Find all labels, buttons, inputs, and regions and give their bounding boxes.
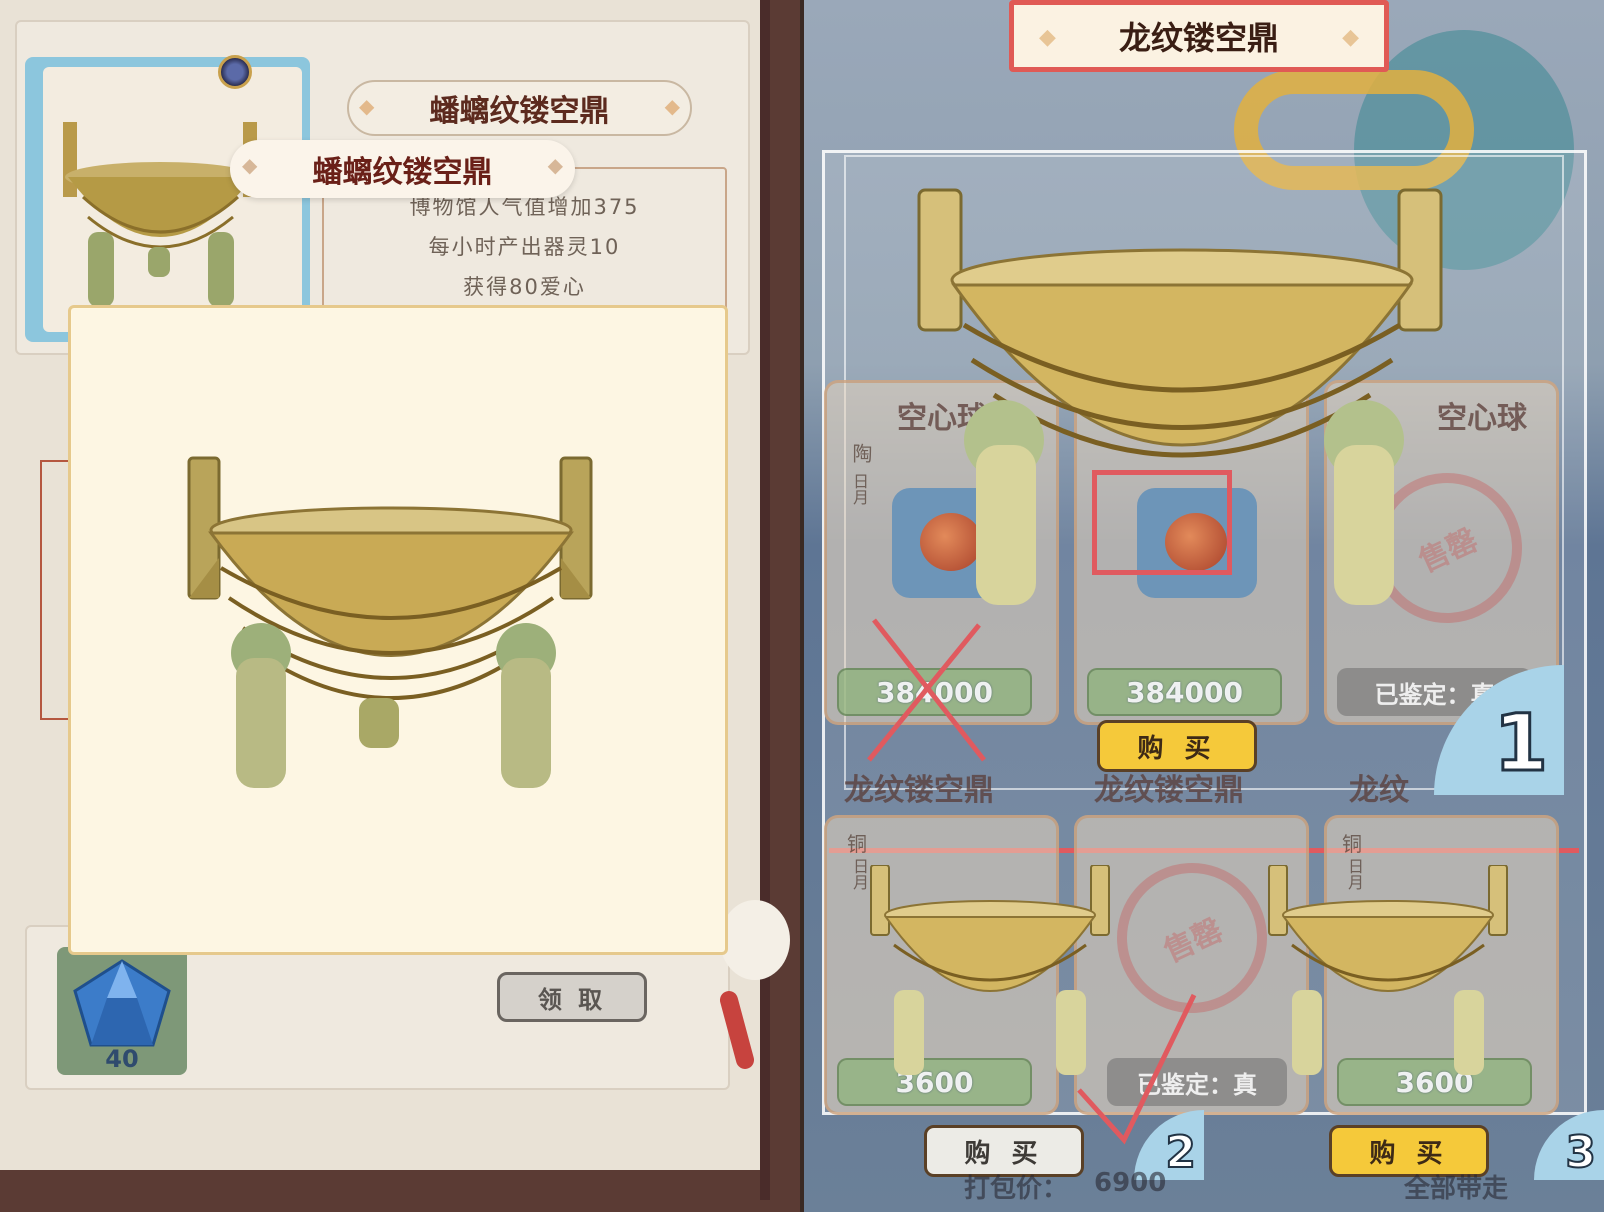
screenshot-root: 蟠螭纹镂空鼎 博物馆人气值增加375 每小时产出器灵10 获得80爱心 蟠螭纹镂… (0, 0, 1604, 1212)
bundle-price-value: 6900 (1094, 1168, 1167, 1198)
side-frame-decoration (40, 460, 70, 720)
row-label-3: 龙纹 (1349, 773, 1409, 808)
item-slot[interactable] (25, 57, 310, 342)
right-panel: 空心球 陶 日月 384000 384000 空心球 售罄 已鉴定：真 购 买 … (804, 0, 1604, 1212)
ding-small-image-right (1268, 865, 1508, 1075)
gem-count: 40 (105, 1045, 139, 1073)
stat-hearts: 获得80爱心 (463, 275, 586, 299)
gem-reward-slot: 40 (57, 947, 187, 1075)
top-card-2-price: 384000 (1087, 668, 1282, 716)
highlight-box-annotation (1092, 470, 1232, 575)
blue-gem-icon (73, 959, 171, 1047)
item-slot-inner (43, 67, 302, 332)
ding-preview-popup (68, 305, 728, 955)
row-label-2: 龙纹镂空鼎 (1094, 773, 1244, 808)
claim-button[interactable]: 领 取 (497, 972, 647, 1022)
bottom-card-3-marker: 铜 (1342, 832, 1362, 856)
cross-mark-annotation (867, 618, 986, 762)
row-label-1: 龙纹镂空鼎 (844, 773, 994, 808)
item-name-tag: 蟠螭纹镂空鼎 (347, 80, 692, 136)
bottom-card-1-marker: 铜 (847, 832, 867, 856)
stat-spirit-per-hour: 每小时产出器灵10 (428, 235, 621, 259)
ding-large-image (187, 456, 593, 788)
left-panel: 蟠螭纹镂空鼎 博物馆人气值增加375 每小时产出器灵10 获得80爱心 蟠螭纹镂… (0, 0, 800, 1212)
magnifier-icon[interactable] (218, 55, 252, 89)
top-card-1-marker: 陶 (849, 443, 873, 463)
item-title-header: 龙纹镂空鼎 (1009, 0, 1389, 72)
take-all-button[interactable]: 全部带走 (1404, 1168, 1508, 1205)
bundle-price-label: 打包价： (964, 1174, 1069, 1204)
item-name-banner: 蟠螭纹镂空鼎 (230, 140, 575, 198)
top-card-1-marker2: 日月 (850, 473, 869, 505)
